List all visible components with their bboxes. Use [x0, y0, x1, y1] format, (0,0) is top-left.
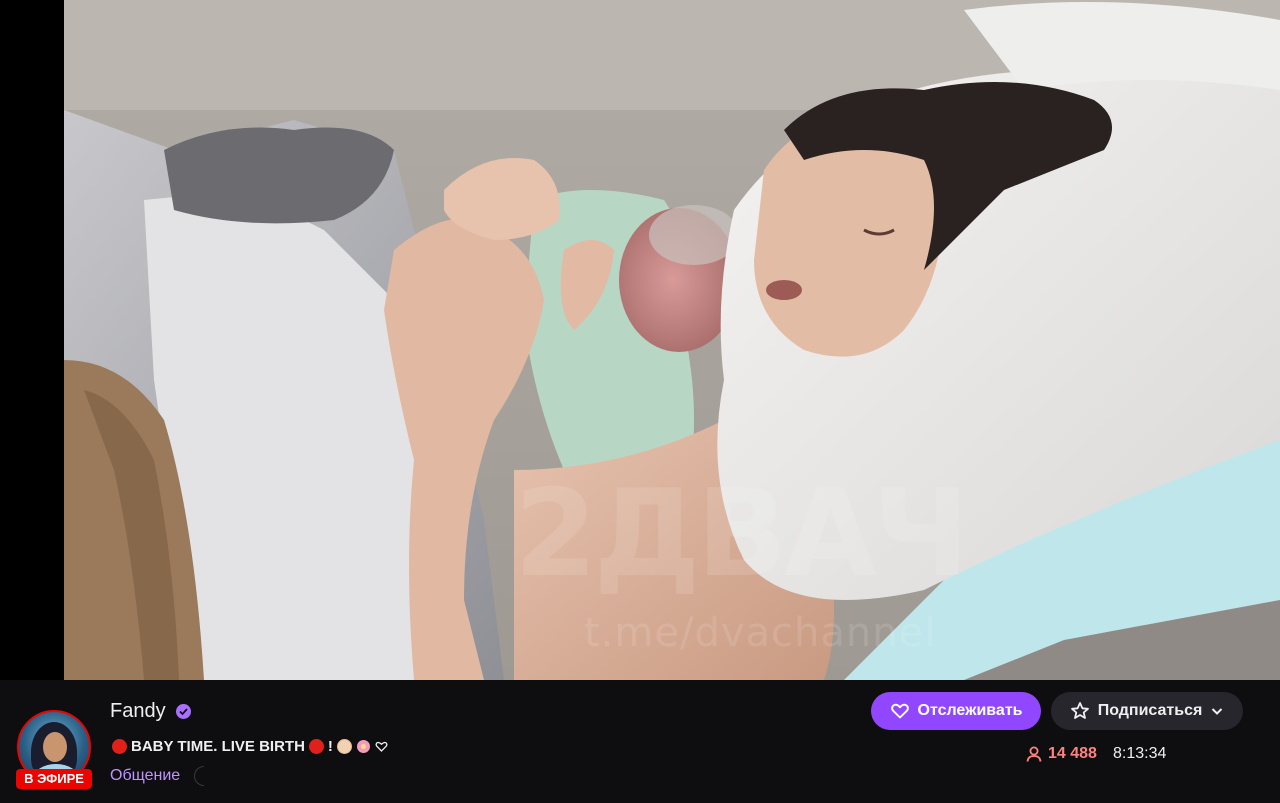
- verified-check-icon: [176, 704, 191, 719]
- stream-title-text: BABY TIME. LIVE BIRTH: [131, 738, 305, 755]
- channel-avatar-link[interactable]: В ЭФИРЕ: [16, 708, 92, 789]
- red-circle-icon: [112, 739, 127, 754]
- heart-outline-icon: [890, 703, 909, 719]
- star-outline-icon: [1070, 702, 1089, 719]
- player-letterbox: [0, 0, 64, 680]
- viewer-count-value: 14 488: [1048, 745, 1097, 762]
- live-badge: В ЭФИРЕ: [16, 769, 92, 789]
- stream-title: BABY TIME. LIVE BIRTH !: [112, 738, 388, 755]
- video-content: [64, 0, 1280, 680]
- channel-info-bar: В ЭФИРЕ Fandy BABY TIME. LIVE BIRTH ! Об…: [0, 680, 1280, 803]
- video-frame[interactable]: 2ДВАЧ t.me/dvachannel: [64, 0, 1280, 680]
- person-icon: [1026, 746, 1042, 762]
- red-circle-icon: [308, 739, 324, 754]
- video-player[interactable]: 2ДВАЧ t.me/dvachannel: [0, 0, 1280, 680]
- follow-button[interactable]: Отслеживать: [871, 692, 1041, 730]
- channel-name[interactable]: Fandy: [110, 700, 166, 723]
- baby-emoji-icon: [336, 739, 352, 754]
- stream-title-suffix: !: [327, 738, 333, 755]
- tag-pill-partial[interactable]: [194, 766, 204, 786]
- stream-uptime: 8:13:34: [1113, 745, 1167, 762]
- chevron-down-icon: [1212, 708, 1223, 715]
- category-link[interactable]: Общение: [110, 767, 180, 785]
- follow-label: Отслеживать: [917, 702, 1023, 719]
- flower-emoji-icon: [356, 739, 371, 754]
- subscribe-label: Подписаться: [1097, 702, 1203, 719]
- subscribe-button[interactable]: Подписаться: [1051, 692, 1243, 730]
- heart-emoji-icon: [375, 740, 388, 753]
- viewer-count: 14 488: [1025, 745, 1097, 763]
